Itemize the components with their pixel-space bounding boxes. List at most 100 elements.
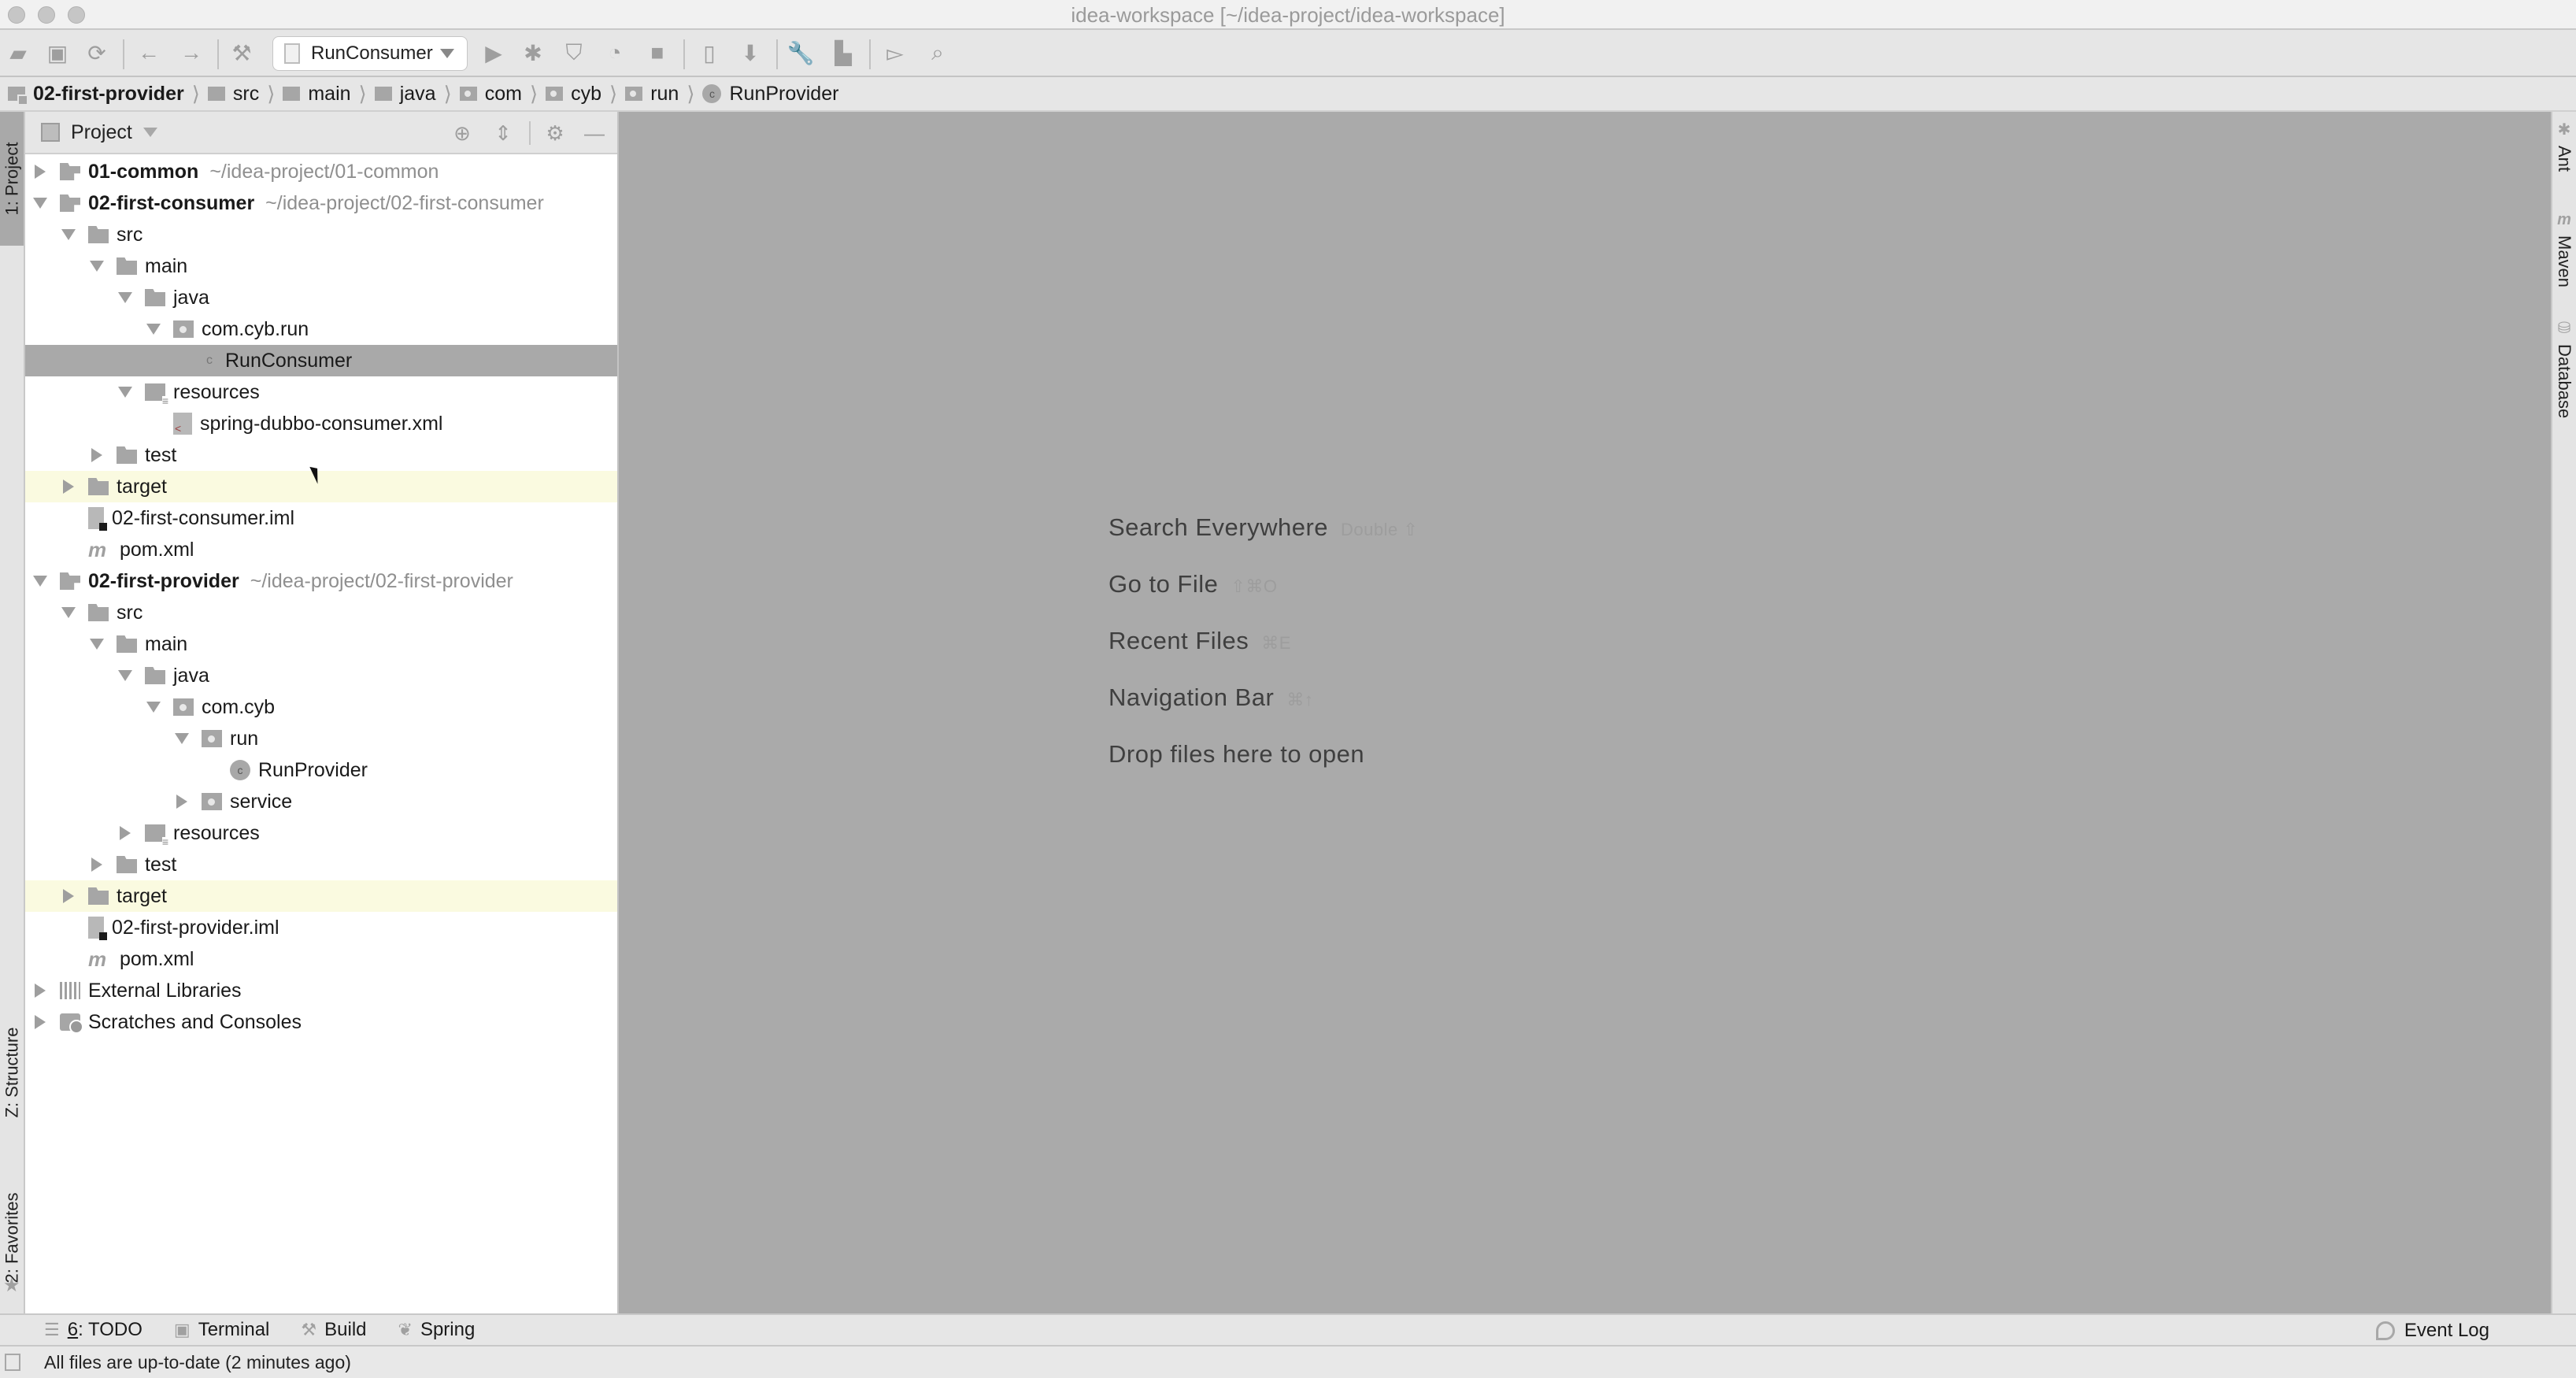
tree-node[interactable]: run xyxy=(25,723,617,754)
breadcrumb-item-run[interactable]: run xyxy=(625,76,679,111)
stop-icon[interactable]: ■ xyxy=(644,39,671,66)
expanded-arrow-icon[interactable] xyxy=(60,604,77,621)
collapsed-arrow-icon[interactable] xyxy=(88,446,105,464)
tree-node[interactable]: 02-first-consumer ~/idea-project/02-first… xyxy=(25,187,617,219)
terminal-panel-icon[interactable]: ▻ xyxy=(882,39,909,66)
tree-node[interactable]: test xyxy=(25,439,617,471)
breadcrumb-label: java xyxy=(399,82,436,105)
collapsed-arrow-icon[interactable] xyxy=(88,856,105,873)
expanded-arrow-icon[interactable] xyxy=(117,667,134,684)
expanded-arrow-icon[interactable] xyxy=(117,383,134,401)
sdk-manager-icon[interactable]: ⬇ xyxy=(737,39,764,66)
expanded-arrow-icon[interactable] xyxy=(31,572,49,590)
tree-node[interactable]: com.cyb.run xyxy=(25,313,617,345)
tree-node[interactable]: com.cyb xyxy=(25,691,617,723)
tab-ant[interactable]: ✱ Ant xyxy=(2552,120,2576,172)
breadcrumb-item-cyb[interactable]: cyb xyxy=(546,76,601,111)
device-manager-icon[interactable]: ▯ xyxy=(696,39,723,66)
gear-icon[interactable]: ⚙ xyxy=(543,121,567,145)
tab-build[interactable]: ⚒ Build xyxy=(301,1319,366,1341)
expanded-arrow-icon[interactable] xyxy=(60,226,77,243)
hide-panel-icon[interactable]: — xyxy=(583,121,606,145)
tree-node[interactable]: resources xyxy=(25,376,617,408)
expanded-arrow-icon[interactable] xyxy=(173,730,191,747)
breadcrumb-item-main[interactable]: main xyxy=(283,76,351,111)
tab-terminal-label: Terminal xyxy=(198,1319,270,1340)
collapsed-arrow-icon[interactable] xyxy=(31,163,49,180)
hint-drop-files: Drop files here to open xyxy=(1108,740,1364,769)
breadcrumb-item-java[interactable]: java xyxy=(374,76,436,111)
tree-node[interactable]: target xyxy=(25,880,617,912)
tab-terminal[interactable]: ▣ Terminal xyxy=(174,1319,270,1341)
breadcrumb-item-runprovider[interactable]: c RunProvider xyxy=(702,76,838,111)
expanded-arrow-icon[interactable] xyxy=(88,257,105,275)
back-arrow-icon[interactable]: ← xyxy=(135,39,162,66)
project-view-selector[interactable]: Project xyxy=(71,121,132,144)
tab-maven[interactable]: m Maven xyxy=(2552,211,2576,287)
breadcrumb-item-src[interactable]: src xyxy=(207,76,259,111)
tab-project[interactable]: 1: Project xyxy=(0,112,24,246)
tree-node[interactable]: 01-common ~/idea-project/01-common xyxy=(25,156,617,187)
run-configuration-dropdown[interactable]: RunConsumer xyxy=(272,36,468,71)
locate-target-icon[interactable]: ⊕ xyxy=(450,121,474,145)
tree-node[interactable]: c RunProvider xyxy=(25,754,617,786)
tree-node[interactable]: src xyxy=(25,597,617,628)
hint-shortcut: Double ⇧ xyxy=(1341,520,1419,539)
tab-todo[interactable]: ☰ 6: TODO xyxy=(44,1319,142,1341)
tree-node[interactable]: 02-first-provider.iml xyxy=(25,912,617,943)
tree-node[interactable]: main xyxy=(25,250,617,282)
tree-node[interactable]: Scratches and Consoles xyxy=(25,1006,617,1038)
sync-icon[interactable]: ⟳ xyxy=(83,39,110,66)
tree-node[interactable]: c RunConsumer xyxy=(25,345,617,376)
expanded-arrow-icon[interactable] xyxy=(145,698,162,716)
tree-node[interactable]: m pom.xml xyxy=(25,943,617,975)
module-folder-icon xyxy=(60,572,80,590)
expanded-arrow-icon[interactable] xyxy=(117,289,134,306)
tree-node[interactable]: src xyxy=(25,219,617,250)
tab-structure[interactable]: Z: Structure xyxy=(0,994,24,1151)
tab-spring[interactable]: ❦ Spring xyxy=(398,1319,476,1341)
breadcrumb-separator: ⟩ xyxy=(529,81,539,106)
tab-maven-label: Maven xyxy=(2555,235,2574,288)
run-with-coverage-icon[interactable]: ⛉ xyxy=(561,39,587,66)
collapsed-arrow-icon[interactable] xyxy=(60,478,77,495)
expanded-arrow-icon[interactable] xyxy=(31,194,49,212)
tree-node[interactable]: 02-first-provider ~/idea-project/02-first… xyxy=(25,565,617,597)
tree-node[interactable]: resources xyxy=(25,817,617,849)
tree-node[interactable]: test xyxy=(25,849,617,880)
tab-database[interactable]: ⛁ Database xyxy=(2552,318,2576,418)
collapsed-arrow-icon[interactable] xyxy=(117,824,134,842)
profile-icon[interactable]: ◔ xyxy=(601,39,628,66)
expanded-arrow-icon[interactable] xyxy=(145,320,162,338)
tree-node[interactable]: main xyxy=(25,628,617,660)
collapsed-arrow-icon[interactable] xyxy=(31,982,49,999)
save-icon[interactable]: ▣ xyxy=(44,39,71,66)
editor-empty-area[interactable]: Search Everywhere Double ⇧ Go to File ⇧⌘O … xyxy=(619,112,2551,1313)
open-folder-icon[interactable]: ▰ xyxy=(5,39,31,66)
settings-wrench-icon[interactable]: 🔧 xyxy=(787,39,815,66)
tree-node[interactable]: target xyxy=(25,471,617,502)
collapsed-arrow-icon[interactable] xyxy=(173,793,191,810)
tree-node[interactable]: java xyxy=(25,660,617,691)
expanded-arrow-icon[interactable] xyxy=(88,635,105,653)
build-hammer-icon[interactable]: ⚒ xyxy=(228,39,255,66)
toggle-tool-windows-icon[interactable] xyxy=(5,1354,20,1371)
debug-icon[interactable]: ✱ xyxy=(520,39,546,66)
tree-node[interactable]: External Libraries xyxy=(25,975,617,1006)
tree-node[interactable]: service xyxy=(25,786,617,817)
tree-node[interactable]: spring-dubbo-consumer.xml xyxy=(25,408,617,439)
tree-node[interactable]: java xyxy=(25,282,617,313)
search-icon[interactable]: ⌕ xyxy=(924,39,951,66)
tab-event-log[interactable]: Event Log xyxy=(2375,1320,2489,1342)
tree-node[interactable]: m pom.xml xyxy=(25,534,617,565)
collapsed-arrow-icon[interactable] xyxy=(31,1013,49,1031)
run-icon[interactable]: ▶ xyxy=(480,39,507,66)
collapsed-arrow-icon[interactable] xyxy=(60,887,77,905)
breadcrumb-item-module[interactable]: 02-first-provider xyxy=(8,76,184,111)
project-structure-icon[interactable]: ▙ xyxy=(830,39,857,66)
chevron-down-icon[interactable] xyxy=(142,128,157,137)
tree-node[interactable]: 02-first-consumer.iml xyxy=(25,502,617,534)
forward-arrow-icon[interactable]: → xyxy=(178,39,205,66)
breadcrumb-item-com[interactable]: com xyxy=(459,76,522,111)
collapse-all-icon[interactable]: ⇕ xyxy=(491,121,515,145)
